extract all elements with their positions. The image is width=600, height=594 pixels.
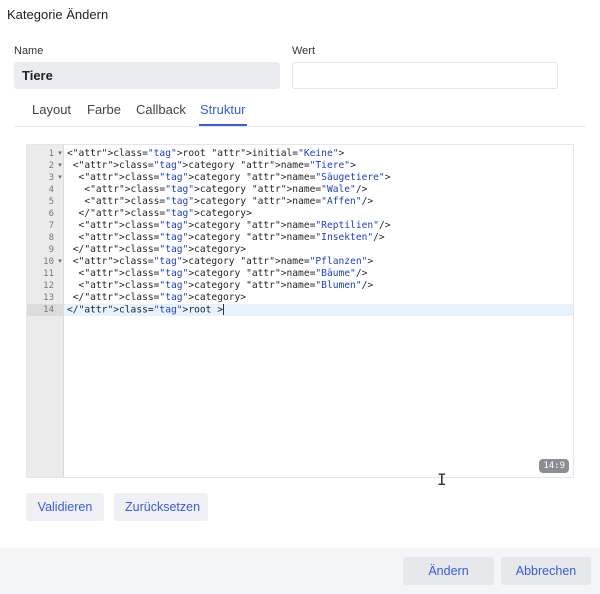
- line-number: 13: [43, 293, 54, 303]
- fold-toggle-icon[interactable]: ▾: [56, 256, 64, 268]
- line-number: 12: [43, 281, 54, 291]
- wert-input[interactable]: [292, 62, 558, 89]
- fold-toggle-icon[interactable]: ▾: [56, 172, 64, 184]
- line-number: 14: [27, 304, 64, 316]
- line-number: 5: [48, 197, 54, 207]
- code-line[interactable]: <"attr">class="tag">category "attr">name…: [64, 280, 573, 292]
- code-line[interactable]: <"attr">class="tag">category "attr">name…: [64, 184, 573, 196]
- line-number: 9: [48, 245, 54, 255]
- name-input[interactable]: [14, 62, 280, 89]
- active-tab-indicator: [199, 124, 247, 126]
- reset-button[interactable]: Zurücksetzen: [114, 493, 208, 521]
- code-line[interactable]: <"attr">class="tag">category "attr">name…: [64, 220, 573, 232]
- change-button[interactable]: Ändern: [403, 557, 494, 585]
- code-line[interactable]: <"attr">class="tag">category "attr">name…: [64, 172, 573, 184]
- line-number: 6: [48, 209, 54, 219]
- line-number: 4: [48, 185, 54, 195]
- code-line[interactable]: </"attr">class="tag">category>: [64, 208, 573, 220]
- code-line[interactable]: </"attr">class="tag">category>: [64, 292, 573, 304]
- line-number-gutter: 1 ▾ 2 ▾ 3 ▾ 4 5 6 7 8 9 10 ▾ 11 12 13 14: [27, 145, 64, 477]
- code-area[interactable]: <"attr">class="tag">root "attr">initial=…: [64, 145, 573, 477]
- tab-struktur[interactable]: Struktur: [200, 102, 246, 117]
- tab-farbe[interactable]: Farbe: [87, 102, 121, 117]
- code-line[interactable]: <"attr">class="tag">category "attr">name…: [64, 196, 573, 208]
- line-number: 7: [48, 221, 54, 231]
- code-line[interactable]: </"attr">class="tag">root >: [64, 304, 573, 316]
- cursor-position-badge: 14:9: [539, 459, 569, 473]
- cancel-button[interactable]: Abbrechen: [501, 557, 591, 585]
- xml-code-editor[interactable]: 1 ▾ 2 ▾ 3 ▾ 4 5 6 7 8 9 10 ▾ 11 12 13 14 <"attr">class="t…: [26, 144, 574, 478]
- code-line[interactable]: <"attr">class="tag">category "attr">name…: [64, 256, 573, 268]
- code-line[interactable]: <"attr">class="tag">category "attr">name…: [64, 160, 573, 172]
- name-label: Name: [14, 45, 44, 57]
- text-caret: [222, 304, 224, 315]
- fold-toggle-icon[interactable]: ▾: [56, 160, 64, 172]
- validate-button[interactable]: Validieren: [26, 493, 104, 521]
- dialog-title: Kategorie Ändern: [7, 7, 109, 22]
- text-cursor-icon: I: [437, 470, 447, 489]
- wert-label: Wert: [292, 45, 316, 57]
- tab-layout[interactable]: Layout: [32, 102, 71, 117]
- line-number: 11: [43, 269, 54, 279]
- code-line[interactable]: </"attr">class="tag">category>: [64, 244, 573, 256]
- code-line[interactable]: <"attr">class="tag">category "attr">name…: [64, 268, 573, 280]
- dialog-footer: Ändern Abbrechen: [0, 548, 600, 594]
- fold-toggle-icon[interactable]: ▾: [56, 148, 64, 160]
- line-number: 8: [48, 233, 54, 243]
- code-line[interactable]: <"attr">class="tag">category "attr">name…: [64, 232, 573, 244]
- tab-callback[interactable]: Callback: [136, 102, 186, 117]
- tab-bar: Layout Farbe Callback Struktur: [14, 100, 586, 127]
- code-line[interactable]: <"attr">class="tag">root "attr">initial=…: [64, 148, 573, 160]
